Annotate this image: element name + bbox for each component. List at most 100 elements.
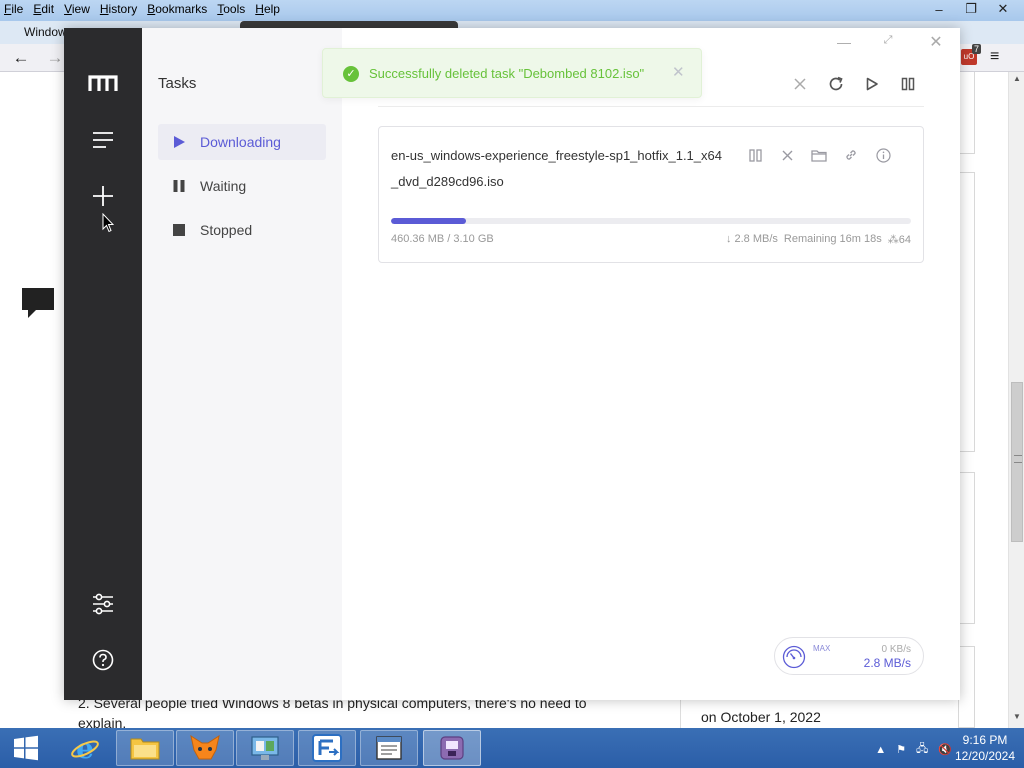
menu-edit[interactable]: Edit bbox=[33, 2, 54, 16]
browser-tab[interactable]: Window bbox=[18, 21, 70, 44]
connections: ⁂64 bbox=[888, 233, 911, 246]
task-actions bbox=[745, 145, 893, 165]
play-icon bbox=[158, 135, 200, 149]
connections-icon: ⁂ bbox=[887, 234, 899, 246]
success-check-icon: ✓ bbox=[343, 66, 359, 82]
pause-task-icon[interactable] bbox=[745, 145, 765, 165]
subnav-item-label: Waiting bbox=[200, 178, 247, 194]
delete-tasks-icon[interactable] bbox=[790, 74, 810, 94]
speedometer-icon bbox=[782, 645, 806, 669]
menu-help[interactable]: Help bbox=[255, 2, 280, 16]
success-toast: ✓ Successfully deleted task "Debombed 81… bbox=[322, 48, 702, 98]
preferences-icon[interactable] bbox=[90, 591, 116, 617]
pause-icon bbox=[158, 179, 200, 193]
internet-explorer-icon[interactable]: e bbox=[56, 730, 114, 766]
browser-close-button[interactable]: ✕ bbox=[988, 0, 1018, 18]
scroll-up-arrow-icon[interactable]: ▲ bbox=[1009, 74, 1024, 88]
speed-limit-label: MAX bbox=[813, 644, 831, 653]
app-minimize-button[interactable]: — bbox=[834, 34, 854, 50]
back-button[interactable]: ← bbox=[10, 48, 32, 68]
windows-taskbar: e ▲ ⚑ 🖧 🔇 9:16 PM 12/20/2024 bbox=[0, 728, 1024, 768]
pause-all-icon[interactable] bbox=[898, 74, 918, 94]
page-card bbox=[958, 646, 975, 728]
menu-bookmarks[interactable]: Bookmarks bbox=[147, 2, 207, 16]
link-icon[interactable] bbox=[841, 145, 861, 165]
motrix-logo-icon bbox=[88, 75, 118, 91]
clock-date: 12/20/2024 bbox=[954, 749, 1016, 763]
mouse-cursor-icon bbox=[102, 213, 114, 233]
notepad-icon[interactable] bbox=[360, 730, 418, 766]
page-card bbox=[958, 72, 975, 154]
divider bbox=[378, 106, 924, 107]
browser-menu-button[interactable]: ≡ bbox=[990, 48, 999, 66]
delete-task-icon[interactable] bbox=[777, 145, 797, 165]
browser-minimize-button[interactable]: ‒ bbox=[924, 0, 954, 18]
help-icon[interactable] bbox=[90, 647, 116, 673]
menu-icon[interactable] bbox=[90, 127, 116, 153]
metamask-icon[interactable] bbox=[176, 730, 234, 766]
menu-history[interactable]: History bbox=[100, 2, 137, 16]
add-task-icon[interactable] bbox=[90, 183, 116, 209]
menu-file[interactable]: File bbox=[4, 2, 23, 16]
stop-icon bbox=[158, 223, 200, 237]
task-list-panel: — ⤢ ✕ en-us_windows-experience_freestyle… bbox=[342, 28, 960, 700]
task-stats: ↓ 2.8 MB/s Remaining 16m 18s ⁂64 bbox=[726, 233, 911, 246]
task-item[interactable]: en-us_windows-experience_freestyle-sp1_h… bbox=[378, 126, 924, 263]
tasks-subnav: Tasks Downloading Waiting Stopped bbox=[142, 28, 342, 700]
scroll-thumb[interactable] bbox=[1011, 382, 1023, 542]
toast-close-icon[interactable]: ✕ bbox=[672, 63, 685, 81]
subnav-item-downloading[interactable]: Downloading bbox=[158, 124, 326, 160]
browser-titlebar: File Edit View History Bookmarks Tools H… bbox=[0, 0, 1024, 21]
action-center-flag-icon[interactable]: ⚑ bbox=[896, 743, 906, 756]
post-date: on October 1, 2022 bbox=[701, 709, 821, 725]
browser-restore-button[interactable]: ❐ bbox=[956, 0, 986, 18]
control-panel-icon[interactable] bbox=[236, 730, 294, 766]
page-card bbox=[958, 172, 975, 452]
browser-window-controls: ‒ ❐ ✕ bbox=[924, 0, 1018, 18]
menu-view[interactable]: View bbox=[64, 2, 90, 16]
progress-fill bbox=[391, 218, 467, 224]
toast-message: Successfully deleted task "Debombed 8102… bbox=[369, 66, 645, 81]
taskbar-clock[interactable]: 9:16 PM 12/20/2024 bbox=[954, 732, 1016, 764]
svg-text:e: e bbox=[76, 733, 94, 763]
subnav-item-stopped[interactable]: Stopped bbox=[158, 212, 326, 248]
app-maximize-button[interactable]: ⤢ bbox=[878, 34, 898, 47]
system-tray: ▲ ⚑ 🖧 🔇 bbox=[875, 740, 952, 759]
task-name: en-us_windows-experience_freestyle-sp1_h… bbox=[391, 148, 722, 189]
show-hidden-icons-icon[interactable]: ▲ bbox=[875, 744, 886, 756]
connections-count: 64 bbox=[898, 234, 911, 246]
network-icon[interactable]: 🖧 bbox=[916, 740, 928, 759]
progress-bar bbox=[391, 218, 911, 224]
upload-speed: 0 KB/s bbox=[881, 644, 911, 655]
clock-time: 9:16 PM bbox=[962, 733, 1008, 747]
motrix-taskbar-icon[interactable] bbox=[423, 730, 481, 766]
start-button[interactable] bbox=[0, 728, 52, 768]
app-close-button[interactable]: ✕ bbox=[926, 32, 946, 52]
page-card bbox=[958, 472, 975, 624]
speedometer[interactable]: MAX 0 KB/s 2.8 MB/s bbox=[774, 637, 924, 675]
volume-muted-icon[interactable]: 🔇 bbox=[938, 743, 952, 756]
refresh-icon[interactable] bbox=[826, 74, 846, 94]
folder-icon[interactable] bbox=[809, 145, 829, 165]
windows-logo-icon bbox=[14, 735, 38, 761]
file-explorer-icon[interactable] bbox=[116, 730, 174, 766]
page-scrollbar[interactable]: ▲ ▼ bbox=[1008, 72, 1024, 728]
ublock-count-badge: 7 bbox=[972, 44, 982, 54]
download-speed-total: 2.8 MB/s bbox=[863, 656, 911, 670]
forward-button[interactable]: → bbox=[44, 48, 66, 68]
freefilesync-icon[interactable] bbox=[298, 730, 356, 766]
motrix-window: Tasks Downloading Waiting Stopped — ⤢ ✕ bbox=[64, 28, 960, 700]
info-icon[interactable] bbox=[873, 145, 893, 165]
chat-bubble-icon[interactable] bbox=[20, 286, 56, 320]
browser-menubar: File Edit View History Bookmarks Tools H… bbox=[4, 2, 280, 16]
divider bbox=[680, 700, 681, 728]
menu-tools[interactable]: Tools bbox=[217, 2, 245, 16]
grip-icon bbox=[1014, 455, 1022, 463]
remaining-time: Remaining 16m 18s bbox=[783, 233, 882, 245]
resume-all-icon[interactable] bbox=[862, 74, 882, 94]
app-sidebar bbox=[64, 28, 142, 700]
subnav-item-waiting[interactable]: Waiting bbox=[158, 168, 326, 204]
scroll-down-arrow-icon[interactable]: ▼ bbox=[1009, 712, 1024, 726]
task-size: 460.36 MB / 3.10 GB bbox=[391, 233, 494, 245]
subnav-title: Tasks bbox=[158, 75, 197, 92]
